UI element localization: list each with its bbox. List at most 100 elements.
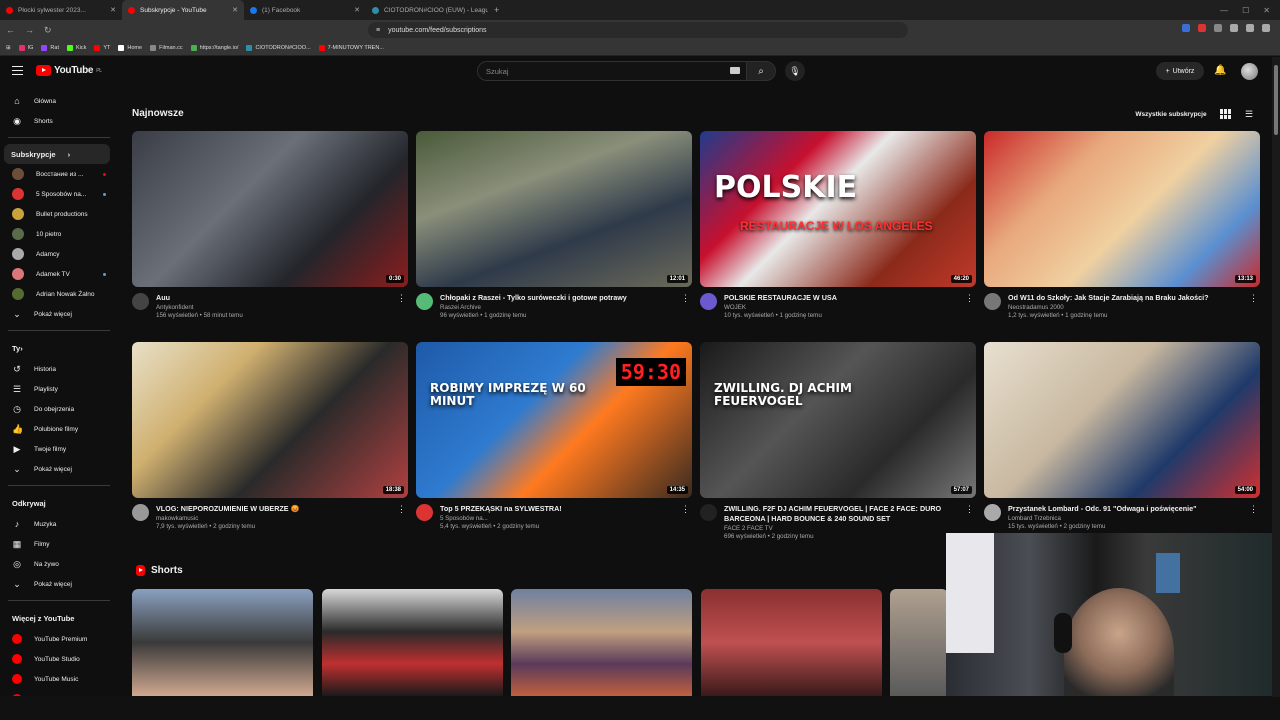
- sidebar-channel[interactable]: Adamek TV: [0, 264, 118, 284]
- video-title[interactable]: VLOG: NIEPOROZUMIENIE W UBERZE 😡: [156, 504, 408, 514]
- short-thumbnail[interactable]: [700, 589, 882, 696]
- video-thumbnail[interactable]: ROBIMY IMPREZĘ W 60 MINUT 59:30 14:35: [416, 342, 692, 498]
- url-field[interactable]: ≡ youtube.com/feed/subscriptions: [368, 22, 908, 38]
- more-options-icon[interactable]: ⋮: [1249, 293, 1258, 304]
- channel-avatar[interactable]: [416, 293, 433, 310]
- channel-avatar[interactable]: [416, 504, 433, 521]
- youtube-logo[interactable]: YouTube PL: [36, 65, 102, 76]
- bookmark-item[interactable]: https://tangle.io/: [190, 44, 238, 51]
- sidebar-item[interactable]: ⌄ Pokaż więcej: [0, 459, 118, 479]
- browser-tab[interactable]: Płocki sylwester 2023... ✕: [0, 0, 122, 20]
- video-title[interactable]: Od W11 do Szkoły: Jak Stacje Zarabiają n…: [1008, 293, 1260, 303]
- close-window-icon[interactable]: ✕: [1263, 6, 1270, 15]
- sidebar-channel[interactable]: Bullet productions: [0, 204, 118, 224]
- bookmark-item[interactable]: YT: [94, 44, 110, 51]
- extension-icon[interactable]: [1262, 24, 1270, 32]
- sidebar-item-subscriptions[interactable]: Subskrypcje ›: [4, 144, 110, 164]
- video-thumbnail[interactable]: 13:13: [984, 131, 1260, 287]
- browser-tab[interactable]: (1) Facebook ✕: [244, 0, 366, 20]
- extension-icon[interactable]: [1246, 24, 1254, 32]
- short-thumbnail[interactable]: [321, 589, 503, 696]
- tab-close-icon[interactable]: ✕: [354, 6, 360, 14]
- sidebar-item[interactable]: ☰ Playlisty: [0, 379, 118, 399]
- back-icon[interactable]: ←: [6, 25, 15, 35]
- sidebar-channel[interactable]: 5 Sposobów na...: [0, 184, 118, 204]
- sidebar-item[interactable]: YouTube Studio: [0, 649, 118, 669]
- bookmark-item[interactable]: Filman.cc: [150, 44, 183, 51]
- sidebar-item[interactable]: YouTube Premium: [0, 629, 118, 649]
- voice-search-button[interactable]: 🎙: [785, 61, 805, 81]
- channel-name[interactable]: makowkamusic: [156, 515, 408, 522]
- bookmark-item[interactable]: CIOTODRON#CIOO...: [246, 44, 311, 51]
- search-button[interactable]: ⌕: [746, 61, 776, 81]
- sidebar-item[interactable]: ⌂ Główna: [0, 91, 118, 111]
- account-avatar[interactable]: [1241, 63, 1258, 80]
- browser-tab[interactable]: Subskrypcje - YouTube ✕: [122, 0, 244, 20]
- tab-close-icon[interactable]: ✕: [110, 6, 116, 14]
- reload-icon[interactable]: ↻: [44, 25, 52, 36]
- channel-name[interactable]: 5 Sposobów na...: [440, 515, 692, 522]
- video-thumbnail[interactable]: 54:00: [984, 342, 1260, 498]
- video-card[interactable]: 54:00 Przystanek Lombard - Odc. 91 "Odwag…: [984, 342, 1260, 530]
- sidebar-item[interactable]: YouTube Music: [0, 669, 118, 689]
- more-options-icon[interactable]: ⋮: [681, 504, 690, 515]
- site-info-icon[interactable]: ≡: [376, 27, 380, 34]
- short-thumbnail[interactable]: [511, 589, 692, 696]
- menu-icon[interactable]: [12, 66, 23, 75]
- more-options-icon[interactable]: ⋮: [1249, 504, 1258, 515]
- video-card[interactable]: 0:30 Auu Antykonfident 156 wyświetleń • 58 …: [132, 131, 408, 319]
- sidebar-channel[interactable]: Adrian Nowak Żalno: [0, 284, 118, 304]
- sidebar-channel[interactable]: Adamcy: [0, 244, 118, 264]
- notifications-icon[interactable]: 🔔: [1214, 65, 1226, 76]
- video-title[interactable]: Przystanek Lombard - Odc. 91 "Odwaga i p…: [1008, 504, 1260, 514]
- bookmark-item[interactable]: Home: [118, 44, 142, 51]
- more-options-icon[interactable]: ⋮: [965, 293, 974, 304]
- video-title[interactable]: Auu: [156, 293, 408, 303]
- browser-tab[interactable]: CIOTODRON#CIOO (EUW) - League...✕: [366, 0, 488, 20]
- video-card[interactable]: 13:13 Od W11 do Szkoły: Jak Stacje Zarabi…: [984, 131, 1260, 319]
- new-tab-icon[interactable]: +: [488, 5, 505, 15]
- create-button[interactable]: + Utwórz: [1156, 62, 1204, 80]
- more-options-icon[interactable]: ⋮: [397, 504, 406, 515]
- more-options-icon[interactable]: ⋮: [397, 293, 406, 304]
- sidebar-you-header[interactable]: Ty ›: [0, 337, 118, 359]
- more-options-icon[interactable]: ⋮: [681, 293, 690, 304]
- video-card[interactable]: 12:01 Chłopaki z Raszei - Tylko suróweczk…: [416, 131, 692, 319]
- list-view-icon[interactable]: ☰: [1245, 109, 1253, 120]
- video-card[interactable]: ZWILLING. DJ ACHIM FEUERVOGEL 57:07 ZWILLI…: [700, 342, 976, 540]
- channel-avatar[interactable]: [984, 504, 1001, 521]
- channel-name[interactable]: Antykonfident: [156, 304, 408, 311]
- keyboard-icon[interactable]: [730, 67, 740, 74]
- sidebar-channel[interactable]: 10 pietro: [0, 224, 118, 244]
- video-title[interactable]: POLSKIE RESTAURACJE W USA: [724, 293, 976, 303]
- forward-icon[interactable]: →: [25, 25, 34, 35]
- channel-name[interactable]: WOJEK: [724, 304, 976, 311]
- video-title[interactable]: Top 5 PRZEKĄSKI na SYLWESTRA!: [440, 504, 692, 514]
- search-input[interactable]: Szukaj: [477, 61, 747, 81]
- channel-avatar[interactable]: [132, 504, 149, 521]
- sidebar-item[interactable]: ⌄ Pokaż więcej: [0, 304, 118, 324]
- minimize-icon[interactable]: —: [1220, 6, 1228, 15]
- extension-icon[interactable]: [1182, 24, 1190, 32]
- video-title[interactable]: Chłopaki z Raszei - Tylko suróweczki i g…: [440, 293, 692, 303]
- sidebar-item[interactable]: ▶ Twoje filmy: [0, 439, 118, 459]
- video-title[interactable]: ZWILLING. F2F DJ ACHIM FEUERVOGEL | FACE…: [724, 504, 976, 524]
- video-thumbnail[interactable]: ZWILLING. DJ ACHIM FEUERVOGEL 57:07: [700, 342, 976, 498]
- video-thumbnail[interactable]: 18:38: [132, 342, 408, 498]
- all-subscriptions-button[interactable]: Wszystkie subskrypcje: [1128, 107, 1214, 121]
- sidebar-item[interactable]: ◉ Shorts: [0, 111, 118, 131]
- bookmark-item[interactable]: Kick: [66, 44, 86, 51]
- extension-icon[interactable]: [1230, 24, 1238, 32]
- channel-name[interactable]: Lombard Trzebnica: [1008, 515, 1260, 522]
- more-options-icon[interactable]: ⋮: [965, 504, 974, 515]
- apps-icon[interactable]: ⊞: [6, 45, 11, 51]
- sidebar-item[interactable]: ◷ Do obejrzenia: [0, 399, 118, 419]
- video-thumbnail[interactable]: 0:30: [132, 131, 408, 287]
- channel-avatar[interactable]: [132, 293, 149, 310]
- sidebar-item[interactable]: ◎ Na żywo: [0, 554, 118, 574]
- extension-icon[interactable]: [1214, 24, 1222, 32]
- sidebar-item[interactable]: ↺ Historia: [0, 359, 118, 379]
- channel-name[interactable]: FACE 2 FACE TV: [724, 525, 976, 532]
- channel-name[interactable]: Raszei Archive: [440, 304, 692, 311]
- channel-avatar[interactable]: [984, 293, 1001, 310]
